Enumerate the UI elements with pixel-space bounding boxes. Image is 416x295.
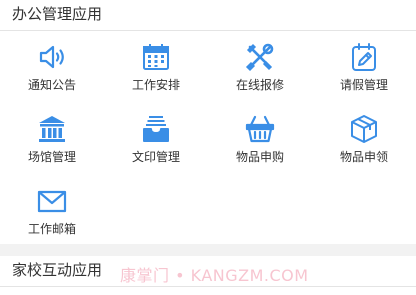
app-tile-purchase[interactable]: 物品申购: [208, 103, 312, 175]
print-tray-icon: [140, 113, 172, 145]
app-tile-printing[interactable]: 文印管理: [104, 103, 208, 175]
app-label: 文印管理: [131, 150, 180, 164]
tools-icon: [244, 41, 276, 73]
section-divider: [0, 286, 416, 287]
office-app-grid: 通知公告 工作安排 在线报修 请假管理 场馆管理 文印管理 物品申购 物品申领 …: [0, 31, 416, 244]
section-gap: [0, 244, 416, 256]
basket-icon: [244, 113, 276, 145]
app-label: 请假管理: [339, 78, 388, 92]
box-icon: [348, 113, 380, 145]
office-section-header: 办公管理应用: [0, 0, 416, 30]
watermark: 康掌门 • KANGZM.COM: [120, 266, 309, 285]
app-label: 工作邮箱: [27, 222, 76, 236]
app-tile-mail[interactable]: 工作邮箱: [0, 175, 104, 247]
app-tile-leave[interactable]: 请假管理: [312, 31, 416, 103]
app-label: 工作安排: [131, 78, 180, 92]
calendar-icon: [140, 41, 172, 73]
app-label: 在线报修: [235, 78, 284, 92]
mail-icon: [36, 185, 68, 217]
app-label: 物品申领: [339, 150, 388, 164]
app-tile-schedule[interactable]: 工作安排: [104, 31, 208, 103]
app-label: 物品申购: [235, 150, 284, 164]
speaker-icon: [36, 41, 68, 73]
office-section-title: 办公管理应用: [12, 5, 103, 23]
home-school-section-title: 家校互动应用: [12, 261, 103, 279]
building-icon: [36, 113, 68, 145]
app-tile-repair[interactable]: 在线报修: [208, 31, 312, 103]
app-tile-requisition[interactable]: 物品申领: [312, 103, 416, 175]
app-tile-venue[interactable]: 场馆管理: [0, 103, 104, 175]
app-label: 通知公告: [27, 78, 76, 92]
app-label: 场馆管理: [27, 150, 76, 164]
app-tile-notice[interactable]: 通知公告: [0, 31, 104, 103]
edit-note-icon: [348, 41, 380, 73]
